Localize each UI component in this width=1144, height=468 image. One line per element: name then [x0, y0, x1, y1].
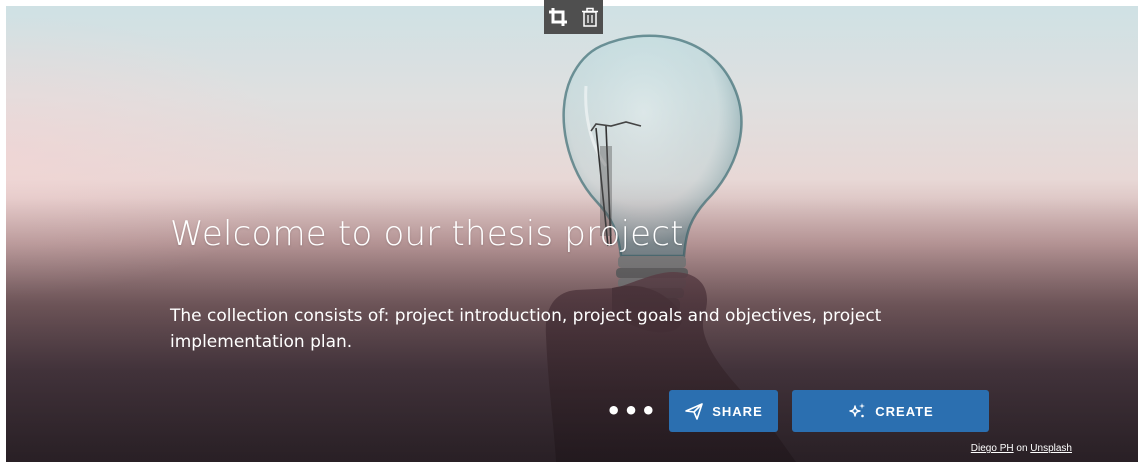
photo-credit-connector: on: [1016, 443, 1028, 454]
collection-description: The collection consists of: project intr…: [170, 306, 882, 352]
trash-icon[interactable]: [580, 7, 600, 27]
more-options-button[interactable]: •••: [606, 396, 656, 426]
share-button-label: SHARE: [712, 403, 763, 419]
create-button-label: CREATE: [875, 403, 934, 419]
share-button[interactable]: SHARE: [669, 390, 778, 432]
crop-icon[interactable]: [548, 7, 568, 27]
unsplash-link[interactable]: Unsplash: [1030, 443, 1072, 454]
sparkle-icon: [849, 403, 866, 418]
hero-section: Welcome to our thesis project The collec…: [6, 6, 1138, 462]
paper-plane-icon: [685, 403, 704, 420]
photo-credit: Diego PH on Unsplash: [971, 443, 1072, 454]
image-toolbar: [544, 0, 603, 34]
page-title: Welcome to our thesis project: [170, 214, 684, 254]
photo-author-link[interactable]: Diego PH: [971, 443, 1014, 454]
create-button[interactable]: CREATE: [792, 390, 989, 432]
